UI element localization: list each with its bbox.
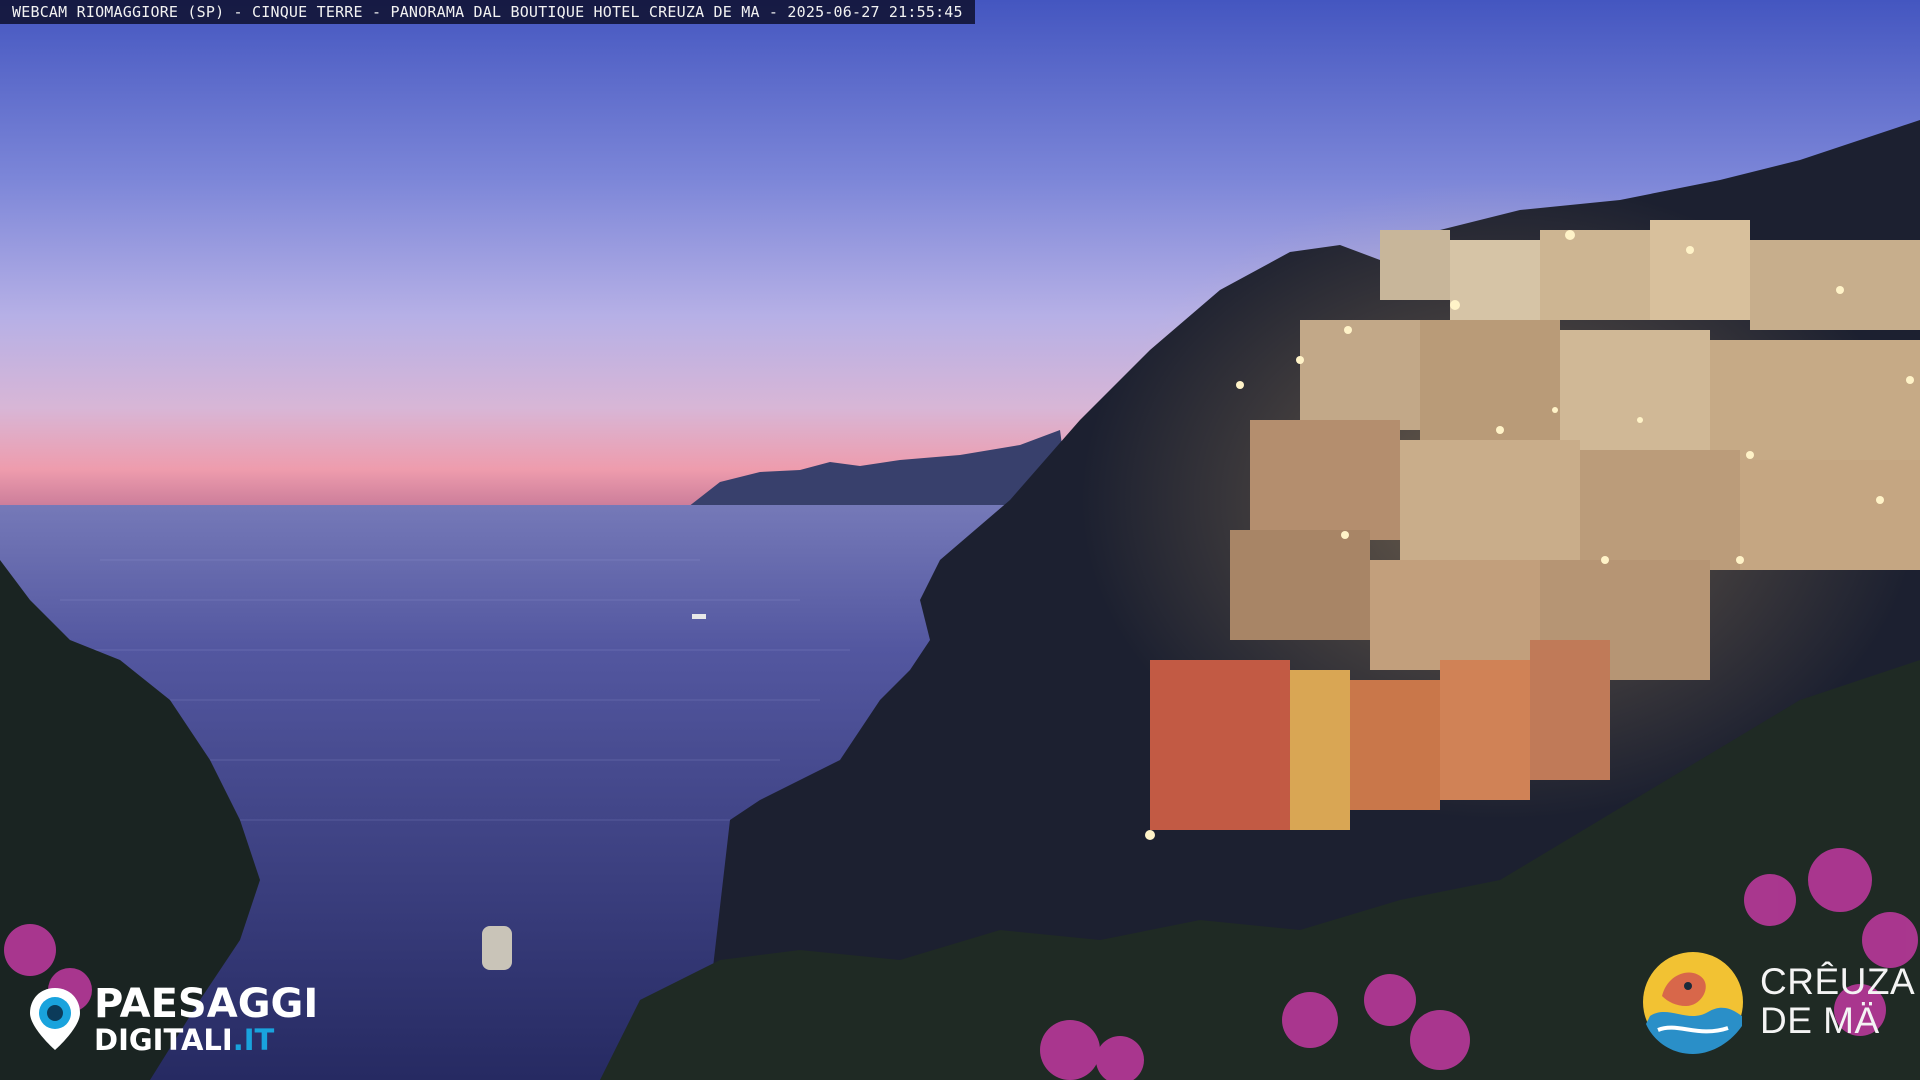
caption-text: WEBCAM RIOMAGGIORE (SP) - CINQUE TERRE -… <box>12 3 963 21</box>
logo-left-line2-main: DIGITALI <box>94 1022 233 1057</box>
bird-wave-emblem-icon <box>1643 952 1743 1054</box>
logo-right-line2: DE MÄ <box>1760 1000 1880 1041</box>
logo-right-line1: CRÊUZA <box>1760 961 1916 1003</box>
logo-left-line2: DIGITALI.IT <box>94 1022 318 1057</box>
creuza-de-ma-logo: CRÊUZA DE MÄ <box>1638 946 1915 1058</box>
paesaggi-digitali-logo: PAESAGGI DIGITALI.IT <box>26 984 318 1054</box>
logo-left-line2-suffix: .IT <box>232 1022 275 1057</box>
caption-bar: WEBCAM RIOMAGGIORE (SP) - CINQUE TERRE -… <box>0 0 975 24</box>
webcam-scene <box>0 0 1920 1080</box>
eye-pin-icon <box>30 988 80 1050</box>
boat-small <box>482 926 512 970</box>
logo-left-line1: PAESAGGI <box>94 980 319 1027</box>
boat <box>692 614 706 619</box>
